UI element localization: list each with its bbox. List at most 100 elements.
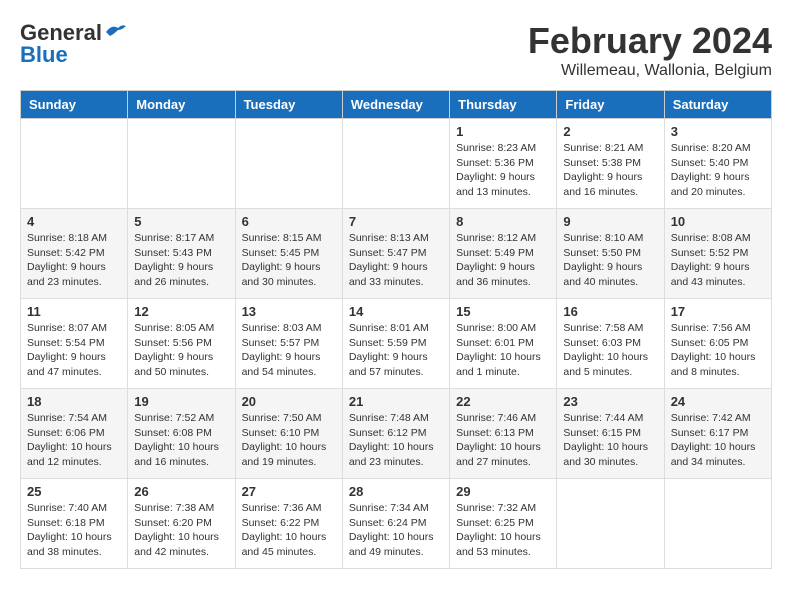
weekday-header: Sunday xyxy=(21,91,128,119)
day-number: 18 xyxy=(27,394,121,409)
month-title: February 2024 xyxy=(528,20,772,62)
cell-info: Sunrise: 8:17 AMSunset: 5:43 PMDaylight:… xyxy=(134,231,228,290)
calendar-cell: 8 Sunrise: 8:12 AMSunset: 5:49 PMDaylight… xyxy=(450,209,557,299)
cell-info: Sunrise: 7:44 AMSunset: 6:15 PMDaylight:… xyxy=(563,411,657,470)
cell-info: Sunrise: 7:56 AMSunset: 6:05 PMDaylight:… xyxy=(671,321,765,380)
cell-info: Sunrise: 8:05 AMSunset: 5:56 PMDaylight:… xyxy=(134,321,228,380)
day-number: 13 xyxy=(242,304,336,319)
day-number: 17 xyxy=(671,304,765,319)
day-number: 10 xyxy=(671,214,765,229)
cell-info: Sunrise: 8:18 AMSunset: 5:42 PMDaylight:… xyxy=(27,231,121,290)
calendar-cell xyxy=(557,479,664,569)
cell-info: Sunrise: 8:00 AMSunset: 6:01 PMDaylight:… xyxy=(456,321,550,380)
cell-info: Sunrise: 8:13 AMSunset: 5:47 PMDaylight:… xyxy=(349,231,443,290)
calendar-cell xyxy=(664,479,771,569)
cell-info: Sunrise: 8:21 AMSunset: 5:38 PMDaylight:… xyxy=(563,141,657,200)
calendar-cell: 27Sunrise: 7:36 AMSunset: 6:22 PMDayligh… xyxy=(235,479,342,569)
day-number: 8 xyxy=(456,214,550,229)
calendar-cell: 7 Sunrise: 8:13 AMSunset: 5:47 PMDaylight… xyxy=(342,209,449,299)
calendar-table: SundayMondayTuesdayWednesdayThursdayFrid… xyxy=(20,90,772,569)
calendar-cell: 2 Sunrise: 8:21 AMSunset: 5:38 PMDaylight… xyxy=(557,119,664,209)
calendar-cell: 1Sunrise: 8:23 AMSunset: 5:36 PMDaylight… xyxy=(450,119,557,209)
day-number: 21 xyxy=(349,394,443,409)
calendar-cell: 29 Sunrise: 7:32 AMSunset: 6:25 PMDayligh… xyxy=(450,479,557,569)
calendar-cell: 5 Sunrise: 8:17 AMSunset: 5:43 PMDaylight… xyxy=(128,209,235,299)
cell-info: Sunrise: 7:50 AMSunset: 6:10 PMDaylight:… xyxy=(242,411,336,470)
day-number: 22 xyxy=(456,394,550,409)
calendar-cell xyxy=(128,119,235,209)
calendar-week-row: 11 Sunrise: 8:07 AMSunset: 5:54 PMDayligh… xyxy=(21,299,772,389)
calendar-cell: 21Sunrise: 7:48 AMSunset: 6:12 PMDayligh… xyxy=(342,389,449,479)
calendar-cell: 4 Sunrise: 8:18 AMSunset: 5:42 PMDaylight… xyxy=(21,209,128,299)
calendar-cell: 20 Sunrise: 7:50 AMSunset: 6:10 PMDayligh… xyxy=(235,389,342,479)
calendar-cell: 26Sunrise: 7:38 AMSunset: 6:20 PMDayligh… xyxy=(128,479,235,569)
day-number: 24 xyxy=(671,394,765,409)
weekday-header: Thursday xyxy=(450,91,557,119)
calendar-cell xyxy=(342,119,449,209)
day-number: 9 xyxy=(563,214,657,229)
weekday-header: Saturday xyxy=(664,91,771,119)
cell-info: Sunrise: 8:10 AMSunset: 5:50 PMDaylight:… xyxy=(563,231,657,290)
day-number: 6 xyxy=(242,214,336,229)
calendar-cell: 18 Sunrise: 7:54 AMSunset: 6:06 PMDayligh… xyxy=(21,389,128,479)
logo-blue: Blue xyxy=(20,42,68,68)
calendar-cell: 22 Sunrise: 7:46 AMSunset: 6:13 PMDayligh… xyxy=(450,389,557,479)
cell-info: Sunrise: 7:46 AMSunset: 6:13 PMDaylight:… xyxy=(456,411,550,470)
day-number: 3 xyxy=(671,124,765,139)
cell-info: Sunrise: 7:32 AMSunset: 6:25 PMDaylight:… xyxy=(456,501,550,560)
cell-info: Sunrise: 7:42 AMSunset: 6:17 PMDaylight:… xyxy=(671,411,765,470)
day-number: 2 xyxy=(563,124,657,139)
day-number: 25 xyxy=(27,484,121,499)
calendar-week-row: 18 Sunrise: 7:54 AMSunset: 6:06 PMDayligh… xyxy=(21,389,772,479)
cell-info: Sunrise: 7:58 AMSunset: 6:03 PMDaylight:… xyxy=(563,321,657,380)
calendar-cell xyxy=(21,119,128,209)
calendar-cell: 15 Sunrise: 8:00 AMSunset: 6:01 PMDayligh… xyxy=(450,299,557,389)
day-number: 15 xyxy=(456,304,550,319)
calendar-cell: 3 Sunrise: 8:20 AMSunset: 5:40 PMDaylight… xyxy=(664,119,771,209)
cell-info: Sunrise: 8:03 AMSunset: 5:57 PMDaylight:… xyxy=(242,321,336,380)
calendar-cell: 10Sunrise: 8:08 AMSunset: 5:52 PMDayligh… xyxy=(664,209,771,299)
day-number: 27 xyxy=(242,484,336,499)
day-number: 29 xyxy=(456,484,550,499)
day-number: 16 xyxy=(563,304,657,319)
calendar-cell: 14 Sunrise: 8:01 AMSunset: 5:59 PMDayligh… xyxy=(342,299,449,389)
cell-info: Sunrise: 8:12 AMSunset: 5:49 PMDaylight:… xyxy=(456,231,550,290)
day-number: 7 xyxy=(349,214,443,229)
cell-info: Sunrise: 7:34 AMSunset: 6:24 PMDaylight:… xyxy=(349,501,443,560)
day-number: 12 xyxy=(134,304,228,319)
day-number: 5 xyxy=(134,214,228,229)
logo-bird-icon xyxy=(104,22,126,40)
calendar-cell: 19Sunrise: 7:52 AMSunset: 6:08 PMDayligh… xyxy=(128,389,235,479)
calendar-cell: 6 Sunrise: 8:15 AMSunset: 5:45 PMDaylight… xyxy=(235,209,342,299)
location-title: Willemeau, Wallonia, Belgium xyxy=(528,62,772,80)
calendar-cell: 13 Sunrise: 8:03 AMSunset: 5:57 PMDayligh… xyxy=(235,299,342,389)
cell-info: Sunrise: 8:15 AMSunset: 5:45 PMDaylight:… xyxy=(242,231,336,290)
calendar-cell: 23 Sunrise: 7:44 AMSunset: 6:15 PMDayligh… xyxy=(557,389,664,479)
weekday-header: Monday xyxy=(128,91,235,119)
day-number: 11 xyxy=(27,304,121,319)
day-number: 1 xyxy=(456,124,550,139)
day-number: 20 xyxy=(242,394,336,409)
weekday-header: Tuesday xyxy=(235,91,342,119)
cell-info: Sunrise: 8:07 AMSunset: 5:54 PMDaylight:… xyxy=(27,321,121,380)
calendar-week-row: 1Sunrise: 8:23 AMSunset: 5:36 PMDaylight… xyxy=(21,119,772,209)
cell-info: Sunrise: 8:01 AMSunset: 5:59 PMDaylight:… xyxy=(349,321,443,380)
cell-info: Sunrise: 7:52 AMSunset: 6:08 PMDaylight:… xyxy=(134,411,228,470)
day-number: 28 xyxy=(349,484,443,499)
calendar-cell: 12 Sunrise: 8:05 AMSunset: 5:56 PMDayligh… xyxy=(128,299,235,389)
calendar-week-row: 4 Sunrise: 8:18 AMSunset: 5:42 PMDaylight… xyxy=(21,209,772,299)
day-number: 23 xyxy=(563,394,657,409)
calendar-cell: 16 Sunrise: 7:58 AMSunset: 6:03 PMDayligh… xyxy=(557,299,664,389)
calendar-cell: 9 Sunrise: 8:10 AMSunset: 5:50 PMDaylight… xyxy=(557,209,664,299)
cell-info: Sunrise: 7:40 AMSunset: 6:18 PMDaylight:… xyxy=(27,501,121,560)
cell-info: Sunrise: 8:20 AMSunset: 5:40 PMDaylight:… xyxy=(671,141,765,200)
day-number: 4 xyxy=(27,214,121,229)
cell-info: Sunrise: 7:54 AMSunset: 6:06 PMDaylight:… xyxy=(27,411,121,470)
calendar-cell xyxy=(235,119,342,209)
calendar-week-row: 25 Sunrise: 7:40 AMSunset: 6:18 PMDayligh… xyxy=(21,479,772,569)
cell-info: Sunrise: 7:38 AMSunset: 6:20 PMDaylight:… xyxy=(134,501,228,560)
calendar-cell: 25 Sunrise: 7:40 AMSunset: 6:18 PMDayligh… xyxy=(21,479,128,569)
logo: General Blue xyxy=(20,20,126,68)
day-number: 14 xyxy=(349,304,443,319)
weekday-header: Friday xyxy=(557,91,664,119)
